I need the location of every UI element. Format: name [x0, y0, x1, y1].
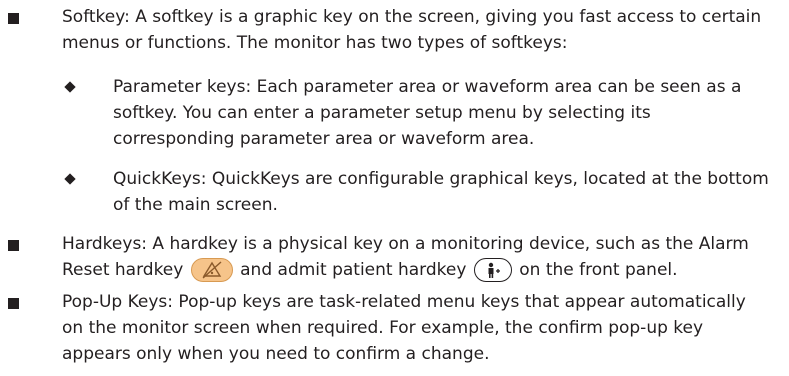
quickkeys-line-1: QuickKeys: QuickKeys are configurable gr… — [113, 169, 769, 189]
bullet-square — [8, 13, 19, 24]
quickkeys-paragraph: QuickKeys: QuickKeys are configurable gr… — [113, 166, 769, 218]
alarm-reset-icon — [190, 258, 233, 282]
parameter-keys-line-3: corresponding parameter area or waveform… — [113, 129, 535, 149]
bullet-diamond — [64, 173, 76, 185]
parameter-keys-line-2: softkey. You can enter a parameter setup… — [113, 103, 651, 123]
bullet-square — [8, 298, 19, 309]
popup-keys-line-3: appears only when you need to confirm a … — [62, 344, 490, 364]
hardkeys-line-1: Hardkeys: A hardkey is a physical key on… — [62, 234, 749, 254]
hardkeys-line-2: Reset hardkey and admit patient hardkey … — [62, 257, 749, 283]
softkey-line-2: menus or functions. The monitor has two … — [62, 33, 568, 53]
bullet-diamond — [64, 81, 76, 93]
popup-keys-line-1: Pop-Up Keys: Pop-up keys are task-relate… — [62, 292, 746, 312]
popup-keys-line-2: on the monitor screen when required. For… — [62, 318, 704, 338]
softkey-line-1: Softkey: A softkey is a graphic key on t… — [62, 7, 762, 27]
parameter-keys-line-1: Parameter keys: Each parameter area or w… — [113, 77, 742, 97]
hardkeys-paragraph: Hardkeys: A hardkey is a physical key on… — [62, 231, 749, 283]
hardkeys-line-2-part-b: and admit patient hardkey — [240, 260, 467, 280]
hardkeys-line-2-part-c: on the front panel. — [519, 260, 678, 280]
popup-keys-paragraph: Pop-Up Keys: Pop-up keys are task-relate… — [62, 289, 746, 367]
admit-patient-icon — [473, 258, 512, 282]
softkey-paragraph: Softkey: A softkey is a graphic key on t… — [62, 4, 761, 56]
bullet-square — [8, 240, 19, 251]
hardkeys-line-2-part-a: Reset hardkey — [62, 260, 184, 280]
parameter-keys-paragraph: Parameter keys: Each parameter area or w… — [113, 74, 741, 152]
quickkeys-line-2: of the main screen. — [113, 195, 278, 215]
